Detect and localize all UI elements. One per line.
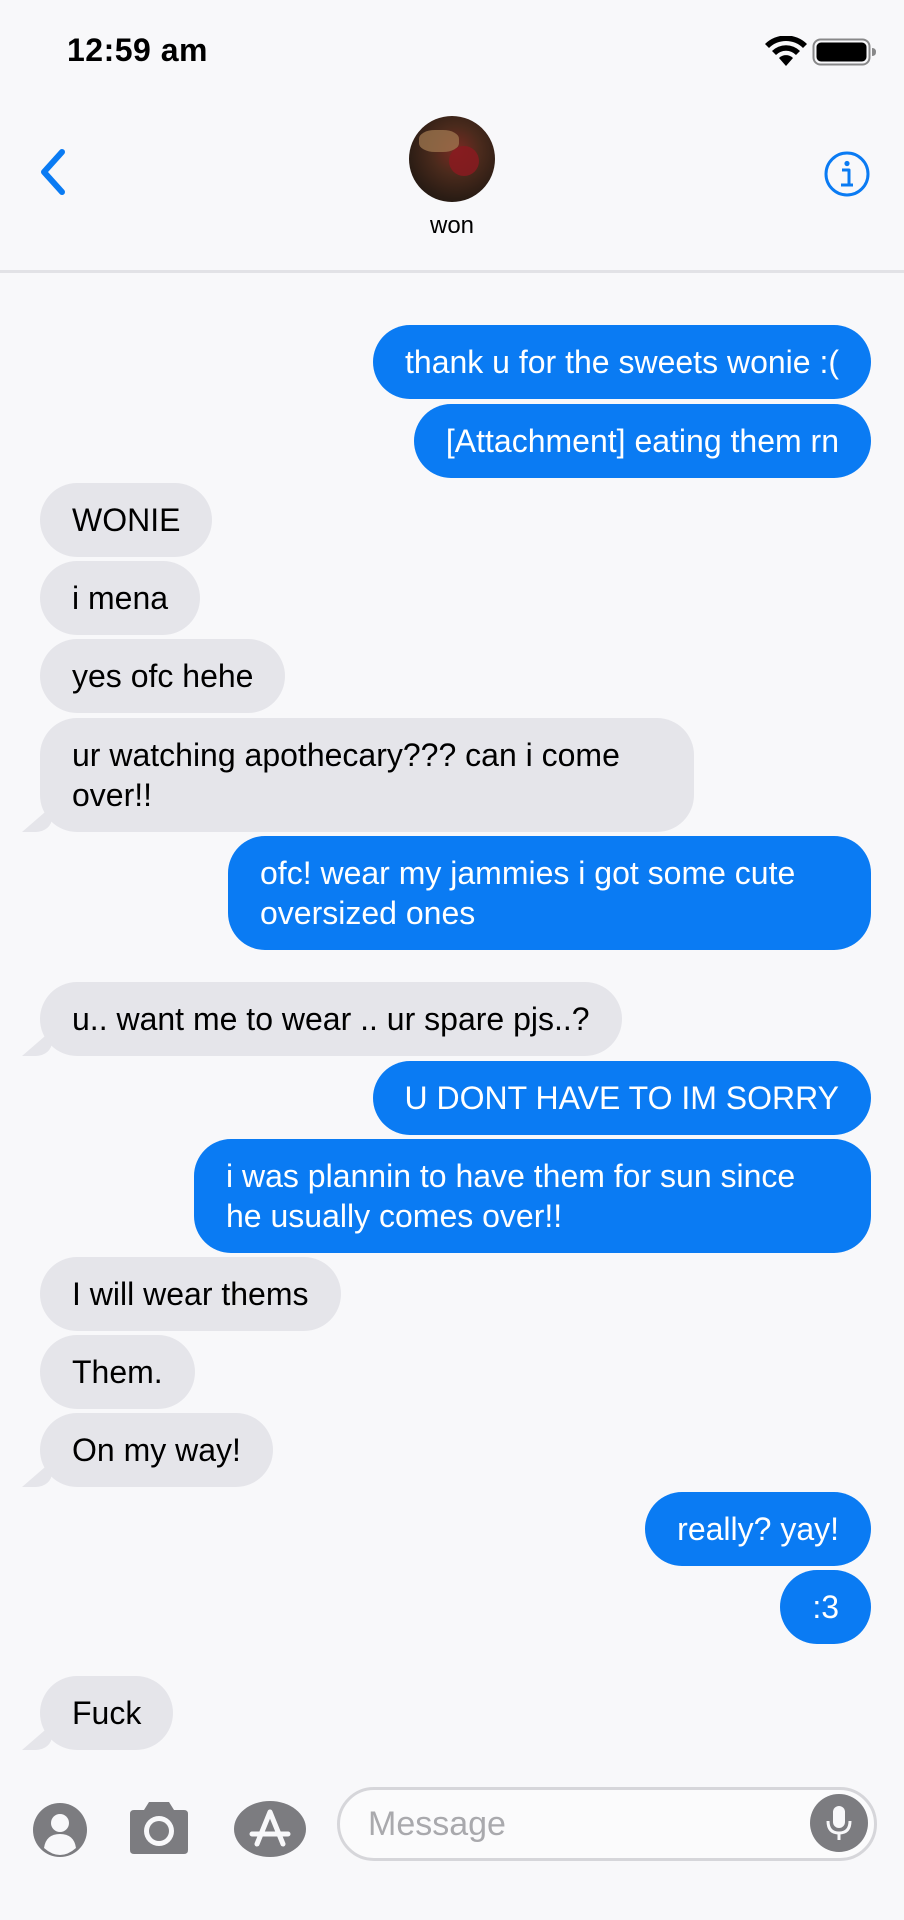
message-bubble-sent[interactable]: i was plannin to have them for sun since… <box>194 1139 871 1253</box>
app-store-icon[interactable] <box>232 1800 308 1858</box>
message-bubble-sent[interactable]: [Attachment] eating them rn <box>413 404 871 478</box>
message-bubble-sent[interactable]: really? yay! <box>645 1492 871 1566</box>
message-bubble-received[interactable]: u.. want me to wear .. ur spare pjs..? <box>40 982 622 1056</box>
status-bar: 12:59 am <box>0 0 904 100</box>
wifi-icon <box>765 36 807 66</box>
message-bubble-sent[interactable]: thank u for the sweets wonie :( <box>373 325 871 399</box>
microphone-icon[interactable] <box>810 1794 868 1852</box>
message-field[interactable] <box>337 1787 877 1861</box>
contact-name[interactable]: won <box>0 212 904 240</box>
message-bubble-received[interactable]: Fuck <box>40 1676 174 1750</box>
battery-icon <box>812 38 876 66</box>
chevron-left-icon[interactable] <box>34 144 74 200</box>
status-time: 12:59 am <box>67 32 208 68</box>
message-thread: thank u for the sweets wonie :( [Attachm… <box>0 0 904 1920</box>
message-bubble-received[interactable]: yes ofc hehe <box>40 639 286 713</box>
message-bubble-sent[interactable]: :3 <box>780 1570 871 1644</box>
message-bubble-received[interactable]: i mena <box>40 561 201 635</box>
input-bar <box>0 1770 904 1920</box>
message-bubble-received[interactable]: Them. <box>40 1335 195 1409</box>
messages-screen: 12:59 am won thank u for the sweets woni… <box>0 0 904 1920</box>
message-bubble-received[interactable]: ur watching apothecary??? can i come ove… <box>40 718 694 832</box>
message-bubble-received[interactable]: WONIE <box>40 483 213 557</box>
info-icon[interactable] <box>823 150 871 198</box>
message-bubble-received[interactable]: I will wear thems <box>40 1257 341 1331</box>
message-bubble-sent[interactable]: U DONT HAVE TO IM SORRY <box>372 1061 871 1135</box>
message-bubble-received[interactable]: On my way! <box>40 1413 273 1487</box>
camera-icon[interactable] <box>124 1798 194 1858</box>
conversation-header: won <box>0 100 904 273</box>
message-input[interactable] <box>368 1802 788 1846</box>
contact-card-icon[interactable] <box>32 1802 88 1858</box>
message-bubble-sent[interactable]: ofc! wear my jammies i got some cute ove… <box>228 836 871 950</box>
avatar[interactable] <box>409 116 495 202</box>
